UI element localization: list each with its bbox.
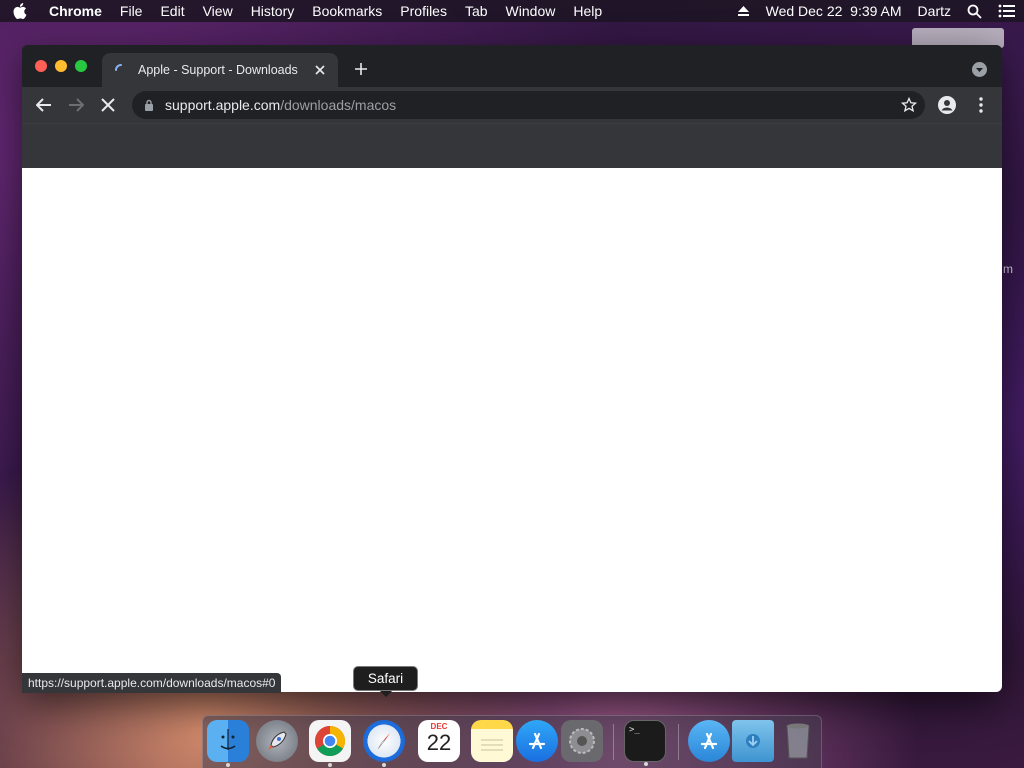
back-arrow-icon[interactable] — [35, 96, 53, 114]
terminal-icon[interactable]: >_ — [624, 720, 666, 766]
loading-spinner-icon — [114, 63, 128, 77]
dock-separator — [678, 724, 679, 760]
calendar-day: 22 — [426, 730, 452, 755]
dock-tooltip: Safari — [353, 666, 418, 697]
spotlight-search-icon[interactable] — [967, 4, 982, 19]
finder-icon[interactable] — [207, 720, 249, 767]
browser-toolbar: support.apple.com/downloads/macos — [22, 87, 1002, 123]
terminal-running-dot — [644, 762, 648, 766]
stop-loading-x-icon[interactable] — [99, 96, 117, 114]
url-host: support.apple.com — [165, 97, 281, 113]
applications-folder-icon[interactable] — [688, 720, 730, 762]
menu-bar: Chrome File Edit View History Bookmarks … — [0, 0, 1024, 22]
tab-strip: Apple - Support - Downloads — [22, 45, 1002, 87]
downloads-folder-icon[interactable] — [732, 720, 774, 762]
menu-window[interactable]: Window — [497, 0, 565, 22]
menu-history[interactable]: History — [242, 0, 304, 22]
window-minimize-button[interactable] — [55, 60, 67, 72]
menu-profiles[interactable]: Profiles — [391, 0, 456, 22]
finder-running-dot — [226, 763, 230, 767]
tab-title: Apple - Support - Downloads — [138, 63, 298, 77]
address-bar[interactable]: support.apple.com/downloads/macos — [132, 91, 925, 119]
notes-icon[interactable] — [471, 720, 513, 762]
app-store-icon[interactable] — [516, 720, 558, 762]
menu-view[interactable]: View — [194, 0, 242, 22]
chrome-running-dot — [328, 763, 332, 767]
forward-arrow-icon[interactable] — [67, 96, 85, 114]
safari-running-dot — [382, 763, 386, 767]
menu-help[interactable]: Help — [564, 0, 611, 22]
menu-file[interactable]: File — [111, 0, 152, 22]
chrome-window: Apple - Support - Downloads support.appl… — [22, 45, 1002, 692]
url-text[interactable]: support.apple.com/downloads/macos — [165, 97, 396, 113]
launchpad-rocket-icon[interactable] — [256, 720, 298, 762]
apple-icon[interactable] — [0, 3, 40, 19]
trash-icon[interactable] — [777, 720, 819, 762]
background-text-fragment: m — [1003, 262, 1013, 276]
eject-icon[interactable] — [737, 5, 750, 17]
menu-app-chrome[interactable]: Chrome — [40, 0, 111, 22]
tab-close-icon[interactable] — [312, 62, 328, 78]
window-maximize-button[interactable] — [75, 60, 87, 72]
window-close-button[interactable] — [35, 60, 47, 72]
menu-tab[interactable]: Tab — [456, 0, 497, 22]
new-tab-plus-icon[interactable] — [352, 60, 370, 78]
tab-apple-support-downloads[interactable]: Apple - Support - Downloads — [102, 53, 338, 87]
bookmark-star-icon[interactable] — [901, 97, 917, 113]
menu-edit[interactable]: Edit — [151, 0, 193, 22]
more-menu-dots-icon[interactable] — [972, 96, 990, 114]
menubar-datetime[interactable]: Wed Dec 22 9:39 AM — [766, 3, 902, 19]
safari-compass-icon[interactable] — [363, 720, 405, 767]
page-header-band — [22, 123, 1002, 168]
gear-icon[interactable] — [561, 720, 603, 762]
menubar-user[interactable]: Dartz — [918, 3, 951, 19]
profile-avatar-icon[interactable] — [938, 96, 956, 114]
page-content-blank[interactable] — [22, 168, 1002, 692]
dock-separator — [613, 724, 614, 760]
lock-icon[interactable] — [142, 98, 156, 112]
tab-search-chevron-icon[interactable] — [972, 62, 987, 77]
url-path: /downloads/macos — [280, 97, 397, 113]
calendar-icon[interactable]: DEC 22 — [418, 720, 460, 762]
dock: DEC 22 >_ — [202, 715, 822, 768]
link-status-bubble: https://support.apple.com/downloads/maco… — [22, 673, 282, 693]
control-center-list-icon[interactable] — [998, 4, 1016, 18]
chrome-icon[interactable] — [309, 720, 351, 767]
menu-bookmarks[interactable]: Bookmarks — [303, 0, 391, 22]
terminal-prompt: >_ — [629, 725, 640, 735]
